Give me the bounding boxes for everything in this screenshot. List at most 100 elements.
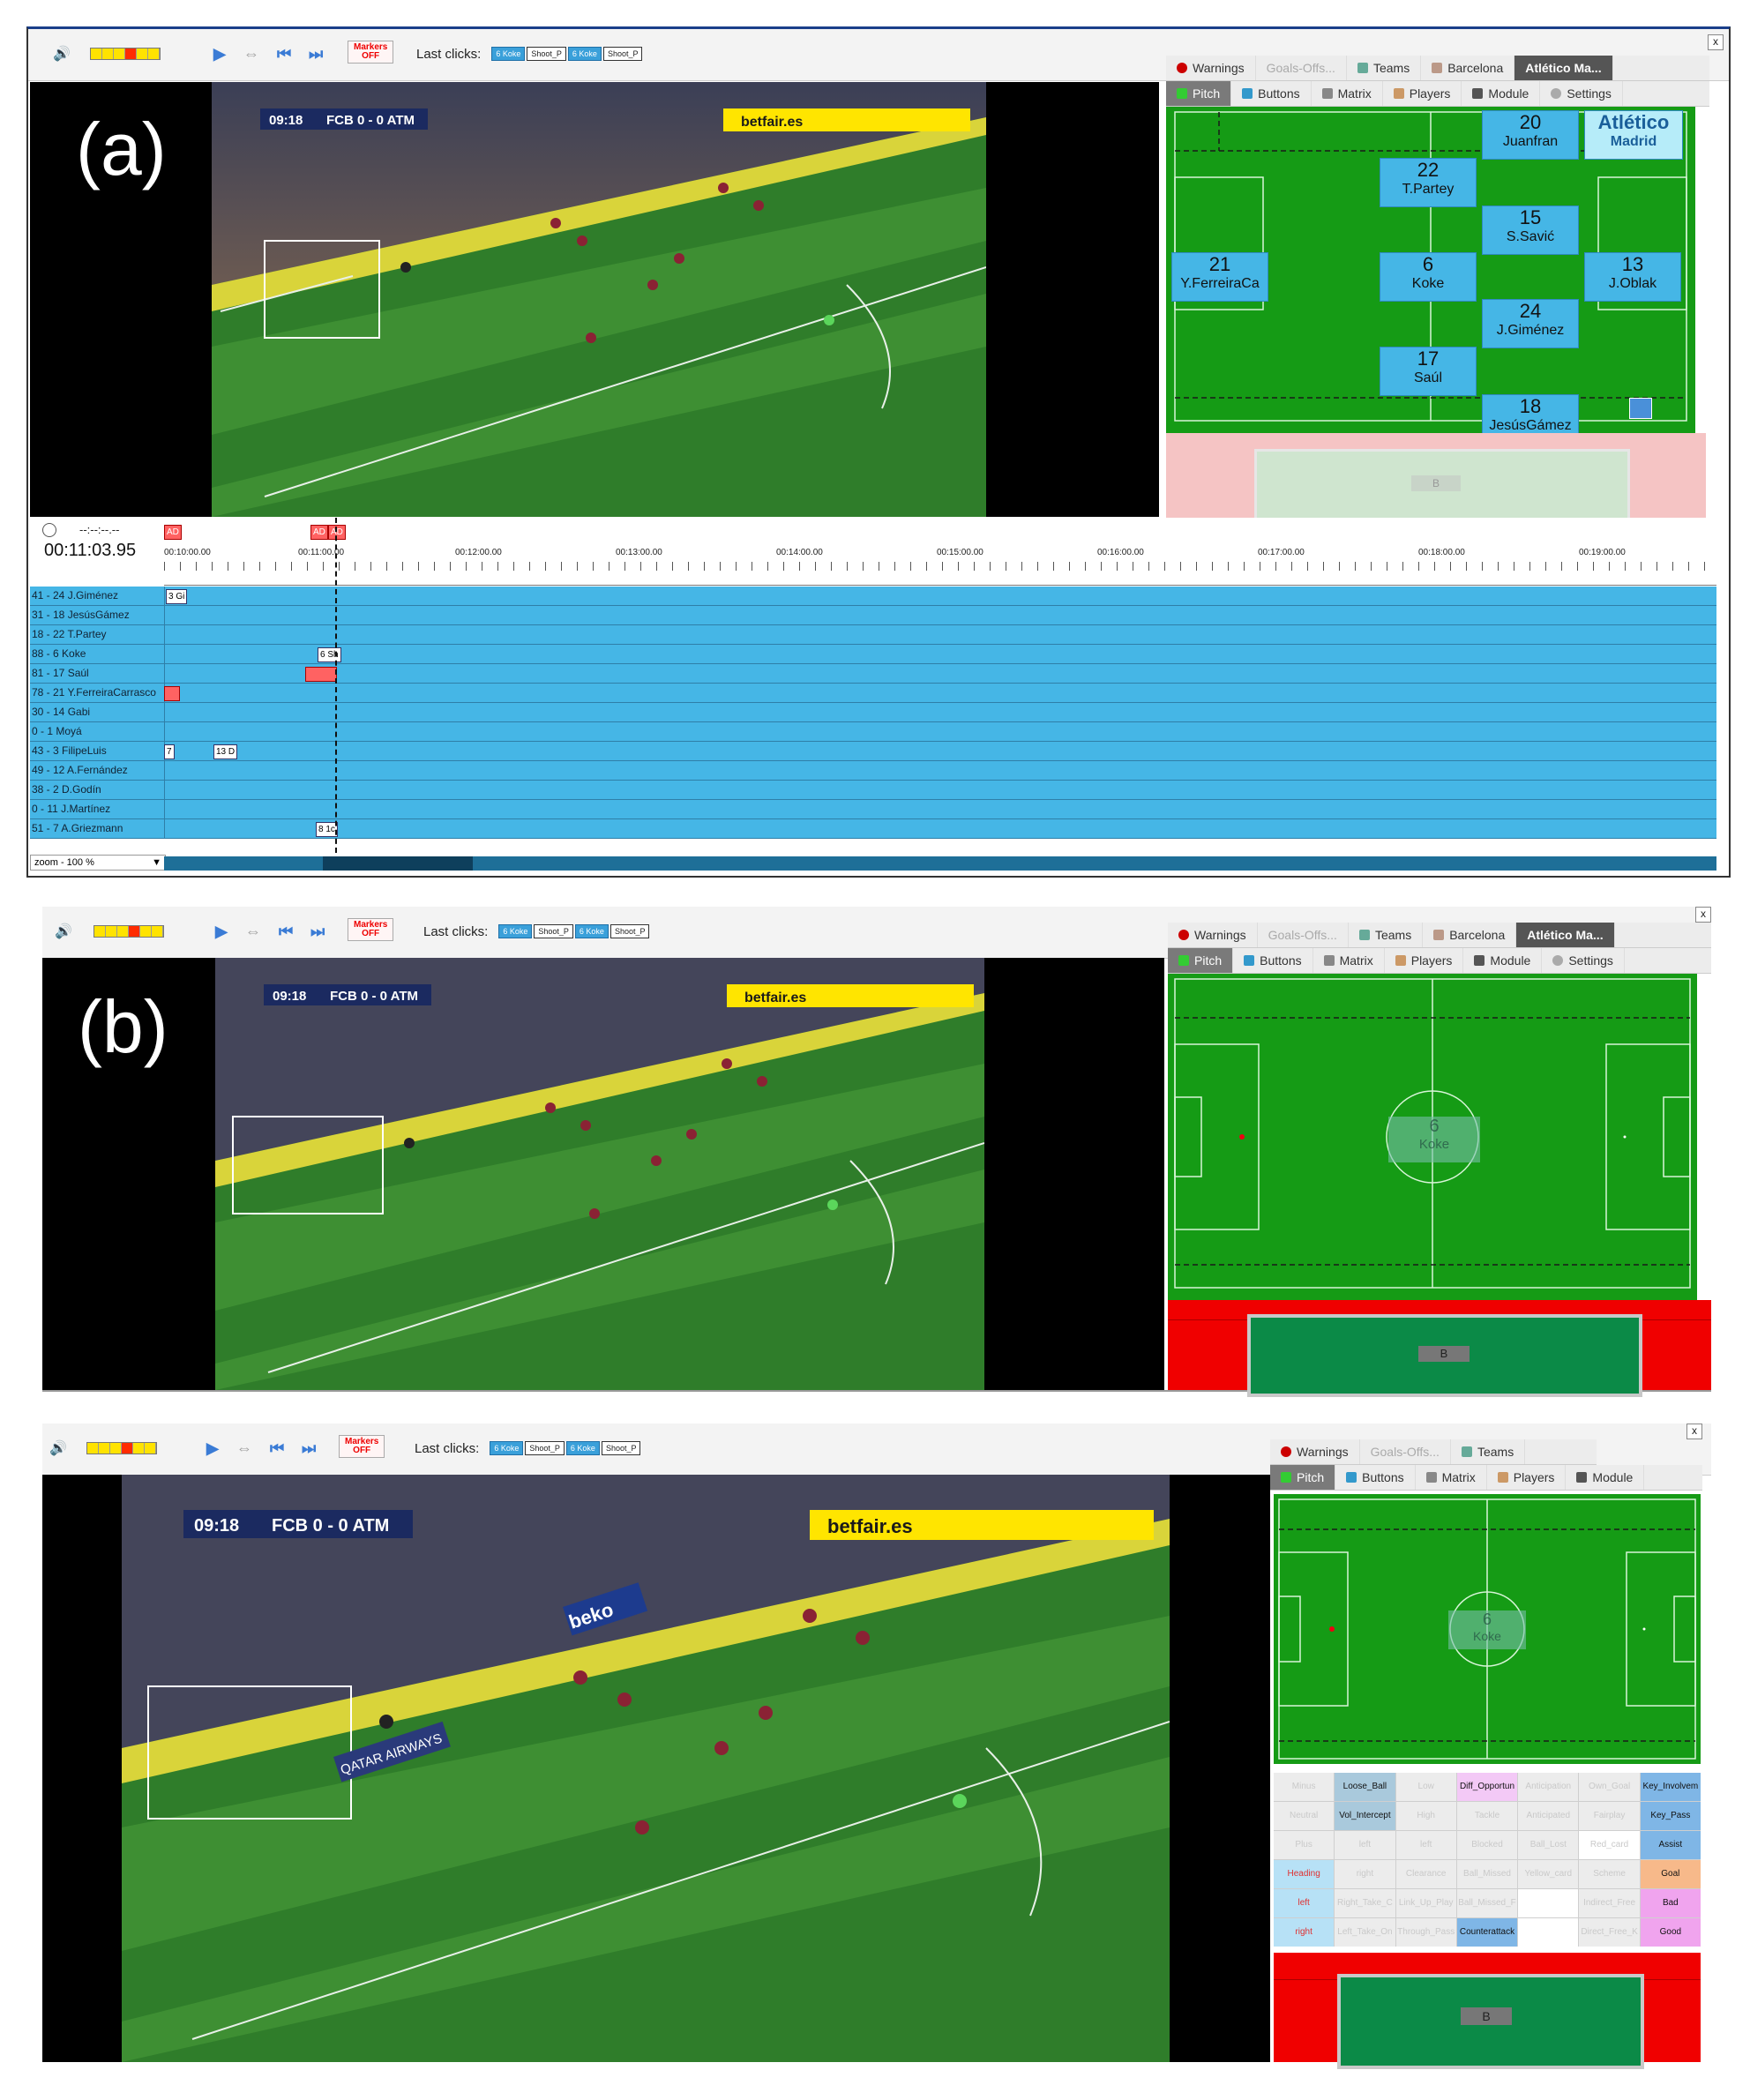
matrix-cell[interactable]: Bad <box>1640 1889 1701 1917</box>
skip-forward-icon[interactable]: ⏭ <box>310 919 325 944</box>
tab-teams[interactable]: Teams <box>1349 923 1424 947</box>
matrix-cell[interactable]: Diff_Opportun <box>1456 1773 1518 1801</box>
bench-area[interactable]: B <box>1166 433 1706 523</box>
volume-icon[interactable]: 🔊 <box>55 919 72 944</box>
player-card[interactable]: 13 J.Oblak <box>1584 252 1681 302</box>
timeline-row[interactable]: 18 - 22 T.Partey <box>30 625 1716 645</box>
matrix-cell[interactable]: Plus <box>1274 1831 1335 1859</box>
timeline-row[interactable]: 38 - 2 D.Godín <box>30 781 1716 800</box>
matrix-cell[interactable]: Heading <box>1274 1860 1335 1888</box>
player-card[interactable]: 24 J.Giménez <box>1482 299 1579 348</box>
tab-matrix[interactable]: Matrix <box>1416 1465 1487 1490</box>
matrix-cell[interactable]: right <box>1274 1918 1335 1947</box>
tab-pitch[interactable]: Pitch <box>1168 948 1234 973</box>
matrix-cell[interactable]: Left_Take_On <box>1335 1918 1395 1947</box>
matrix-cell[interactable]: Anticipation <box>1518 1773 1579 1801</box>
chip-action[interactable]: Shoot_P <box>525 1441 565 1455</box>
matrix-cell[interactable]: Goal <box>1640 1860 1701 1888</box>
matrix-cell[interactable]: left <box>1335 1831 1395 1859</box>
matrix-cell[interactable]: Vol_Intercept <box>1335 1802 1395 1830</box>
matrix-cell[interactable]: Minus <box>1274 1773 1335 1801</box>
timeline-row[interactable]: 51 - 7 A.Griezmann 8 1c <box>30 819 1716 839</box>
volume-slider[interactable] <box>93 925 164 938</box>
matrix-cell[interactable]: Counterattack <box>1456 1918 1518 1947</box>
video-player[interactable]: (a) betfair.es 09:18 FCB 0 - 0 ATM <box>30 82 1159 517</box>
tab-teams[interactable]: Teams <box>1347 56 1422 80</box>
tab-pitch[interactable]: Pitch <box>1270 1465 1336 1490</box>
timeline-row[interactable]: 41 - 24 J.Giménez 3 Gi <box>30 587 1716 606</box>
step-icon[interactable]: ⇔ <box>236 1436 252 1461</box>
player-card[interactable]: 20 Juanfran <box>1482 110 1579 160</box>
matrix-cell[interactable]: Link_Up_Play <box>1395 1889 1456 1917</box>
bench-area[interactable]: B <box>1168 1300 1711 1397</box>
matrix-cell[interactable]: Key_Pass <box>1640 1802 1701 1830</box>
matrix-cell[interactable]: Scheme <box>1579 1860 1640 1888</box>
chip-player[interactable]: 6 Koke <box>565 1441 600 1455</box>
substitute-icon[interactable] <box>1629 398 1652 419</box>
event-marker[interactable]: 13 D <box>213 744 238 759</box>
close-icon[interactable]: x <box>1695 907 1711 923</box>
player-card[interactable]: 22 T.Partey <box>1380 158 1477 207</box>
tab-module[interactable]: Module <box>1566 1465 1645 1490</box>
pitch-view[interactable]: 20 Juanfran Atlético Madrid 22 T.Partey 15 S… <box>1166 107 1695 433</box>
video-player[interactable]: (b) betfair.es 09:18 FCB 0 - 0 ATM <box>42 958 1164 1390</box>
matrix-cell[interactable]: Ball_Missed <box>1456 1860 1518 1888</box>
volume-slider[interactable] <box>90 48 161 60</box>
ad-marker[interactable]: AD <box>310 525 328 540</box>
matrix-cell[interactable]: Anticipated <box>1518 1802 1579 1830</box>
volume-icon[interactable]: 🔊 <box>53 41 71 66</box>
event-marker[interactable]: 7 <box>164 744 175 759</box>
selected-player[interactable]: 6 Koke <box>1388 1117 1480 1162</box>
chip-player[interactable]: 6 Koke <box>567 47 602 61</box>
timeline-row[interactable]: 31 - 18 JesúsGámez <box>30 606 1716 625</box>
timeline-row[interactable]: 81 - 17 Saúl <box>30 664 1716 684</box>
tab-module[interactable]: Module <box>1462 81 1541 106</box>
tab-settings[interactable]: Settings <box>1540 81 1623 106</box>
close-icon[interactable]: x <box>1686 1424 1702 1439</box>
timeline-row[interactable]: 0 - 1 Moyá <box>30 722 1716 742</box>
matrix-cell[interactable]: Red_card <box>1579 1831 1640 1859</box>
play-icon[interactable]: ▶ <box>206 1436 219 1461</box>
tab-atletico[interactable]: Atlético Ma... <box>1516 923 1615 947</box>
tab-players[interactable]: Players <box>1385 948 1464 973</box>
matrix-cell[interactable]: Clearance <box>1395 1860 1456 1888</box>
tab-players[interactable]: Players <box>1383 81 1462 106</box>
chip-action[interactable]: Shoot_P <box>534 924 573 938</box>
chip-player[interactable]: 6 Koke <box>498 924 533 938</box>
selected-player[interactable]: 6 Koke <box>1448 1610 1526 1649</box>
tab-pitch[interactable]: Pitch <box>1166 81 1232 106</box>
chip-action[interactable]: Shoot_P <box>602 47 643 61</box>
matrix-cell[interactable]: Loose_Ball <box>1335 1773 1395 1801</box>
timeline-row[interactable]: 88 - 6 Koke 6 Sh <box>30 645 1716 664</box>
time-ruler[interactable]: AD AD AD 00:10:00.00 00:11:00.00 00:12:0… <box>164 518 1716 586</box>
timeline[interactable]: --:--:--.-- 00:11:03.95 AD AD AD 00:10:0… <box>30 518 1716 872</box>
matrix-cell[interactable]: left <box>1274 1889 1335 1917</box>
timeline-row[interactable]: 49 - 12 A.Fernández <box>30 761 1716 781</box>
matrix-cell[interactable]: left <box>1395 1831 1456 1859</box>
step-icon[interactable]: ⇔ <box>245 919 261 944</box>
event-marker[interactable]: 6 Sh <box>318 647 341 662</box>
chip-player[interactable]: 6 Koke <box>491 47 526 61</box>
tab-buttons[interactable]: Buttons <box>1233 948 1313 973</box>
chip-player[interactable]: 6 Koke <box>490 1441 524 1455</box>
matrix-cell[interactable]: Tackle <box>1456 1802 1518 1830</box>
tab-barcelona[interactable]: Barcelona <box>1423 923 1517 947</box>
event-marker[interactable] <box>164 686 180 701</box>
player-card[interactable]: 21 Y.FerreiraCa <box>1171 252 1268 302</box>
matrix-cell[interactable]: Key_Involvem <box>1640 1773 1701 1801</box>
matrix-cell[interactable]: Through_Pass <box>1395 1918 1456 1947</box>
matrix-cell[interactable]: Neutral <box>1274 1802 1335 1830</box>
play-icon[interactable]: ▶ <box>213 41 226 66</box>
timeline-row[interactable]: 43 - 3 FilipeLuis 7 13 D <box>30 742 1716 761</box>
event-marker[interactable] <box>305 667 337 682</box>
matrix-cell[interactable]: Fairplay <box>1579 1802 1640 1830</box>
matrix-cell[interactable] <box>1518 1918 1579 1947</box>
tab-barcelona[interactable]: Barcelona <box>1421 56 1515 80</box>
tab-settings[interactable]: Settings <box>1542 948 1625 973</box>
skip-back-icon[interactable]: ⏮ <box>277 41 291 66</box>
tab-goals-offs[interactable]: Goals-Offs... <box>1256 56 1347 80</box>
skip-back-icon[interactable]: ⏮ <box>279 919 293 944</box>
matrix-cell[interactable]: Assist <box>1640 1831 1701 1859</box>
tab-module[interactable]: Module <box>1463 948 1543 973</box>
tab-atletico[interactable]: Atlético Ma... <box>1514 56 1613 80</box>
